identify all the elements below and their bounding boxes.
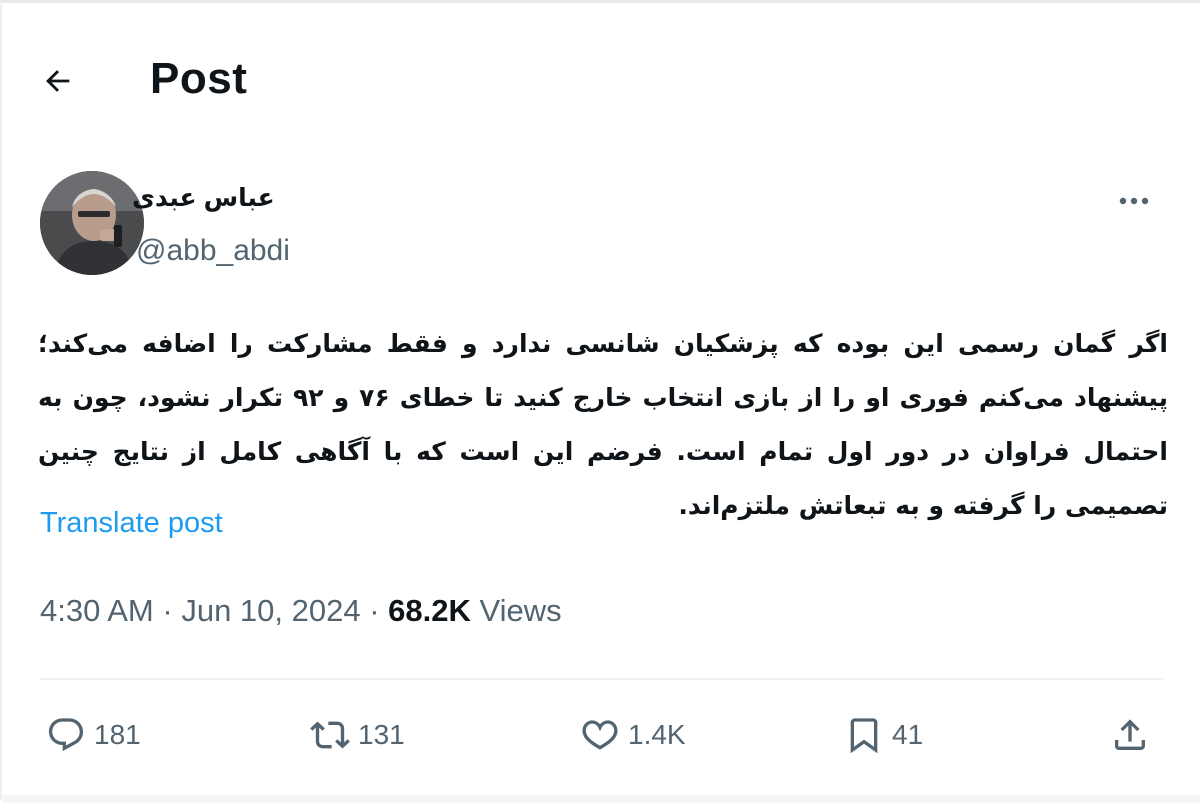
like-button[interactable]: 1.4K	[580, 713, 686, 757]
more-horizontal-icon	[1119, 197, 1149, 205]
page-title: Post	[150, 54, 248, 103]
divider	[40, 678, 1164, 680]
share-icon	[1115, 719, 1145, 750]
meta-separator: ·	[162, 593, 173, 628]
author-name[interactable]: عباس عبدی	[132, 181, 282, 215]
bottom-edge	[2, 795, 1200, 803]
views-label[interactable]: Views	[480, 593, 562, 628]
like-count: 1.4K	[628, 719, 686, 750]
repost-icon	[310, 721, 350, 749]
post-date[interactable]: Jun 10, 2024	[181, 593, 360, 628]
avatar-photo	[40, 171, 144, 275]
bookmark-icon	[850, 718, 878, 754]
post-detail-view: Post عباس عبدی @abb_abdi اگر گمان رسمی ا…	[0, 0, 1200, 803]
post-time[interactable]: 4:30 AM	[40, 593, 154, 628]
bookmark-count: 41	[892, 719, 924, 750]
views-count[interactable]: 68.2K	[388, 593, 471, 628]
heart-icon	[582, 720, 618, 750]
post-text: اگر گمان رسمی این بوده که پزشکیان شانسی …	[38, 329, 1168, 520]
reply-button[interactable]: 181	[46, 713, 141, 757]
repost-count: 131	[358, 719, 405, 750]
post-meta: 4:30 AM · Jun 10, 2024 · 68.2K Views	[40, 589, 562, 633]
author-handle[interactable]: @abb_abdi	[136, 231, 290, 271]
share-button[interactable]	[1110, 713, 1150, 757]
bookmark-button[interactable]: 41	[844, 713, 923, 757]
repost-button[interactable]: 131	[310, 713, 405, 757]
more-options-button[interactable]	[1114, 189, 1154, 213]
meta-separator: ·	[369, 593, 380, 628]
back-button[interactable]	[32, 55, 84, 107]
arrow-left-icon	[46, 70, 70, 92]
translate-post-link[interactable]: Translate post	[40, 503, 223, 543]
reply-icon	[48, 718, 84, 752]
reply-count: 181	[94, 719, 141, 750]
avatar[interactable]	[40, 171, 144, 275]
